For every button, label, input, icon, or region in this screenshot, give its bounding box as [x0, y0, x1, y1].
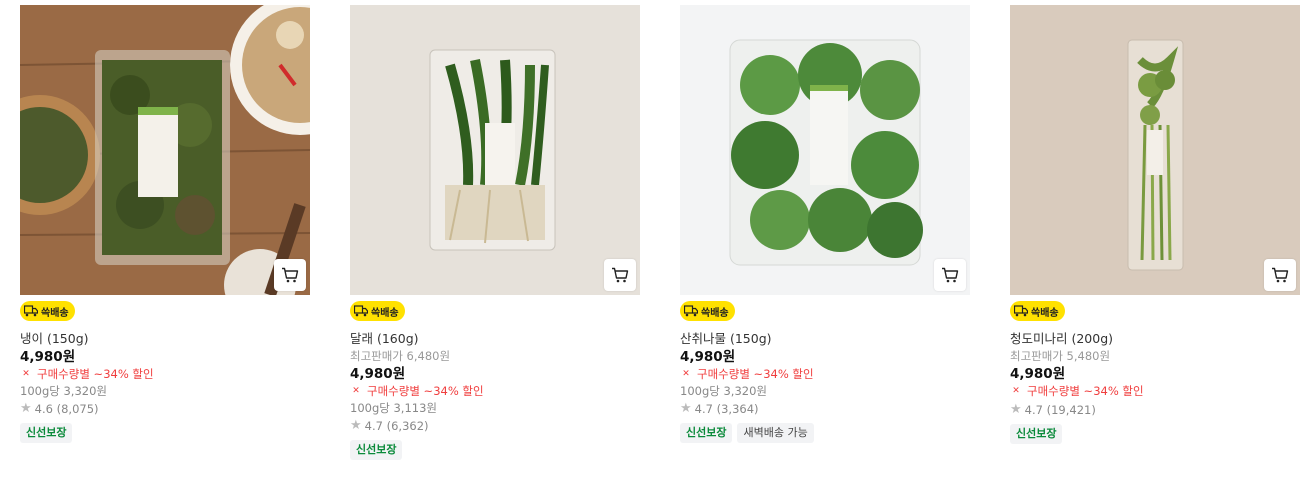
product-name[interactable]: 달래 (160g)	[350, 330, 640, 347]
discount-text: 구매수량별 ~34% 할인	[1027, 384, 1144, 398]
add-to-cart-button[interactable]	[604, 259, 636, 291]
delivery-badge: 쓱배송	[20, 301, 75, 321]
discount-text: 구매수량별 ~34% 할인	[367, 384, 484, 398]
discount-text: 구매수량별 ~34% 할인	[37, 367, 154, 381]
discount-info: ✕ 구매수량별 ~34% 할인	[350, 383, 640, 400]
rating-score: 4.7	[364, 419, 383, 433]
unit-price: 100g당 3,113원	[350, 401, 437, 415]
unit-price: 100g당 3,320원	[680, 384, 767, 398]
rating-score: 4.7	[1024, 403, 1043, 417]
rating: ★ 4.7 (19,421)	[1010, 401, 1300, 419]
truck-icon	[1014, 305, 1028, 317]
delivery-badge-label: 쓱배송	[371, 307, 399, 319]
delivery-badge-label: 쓱배송	[41, 307, 69, 319]
product-card[interactable]: 쓱배송 달래 (160g) 최고판매가 6,480원 4,980원 ✕ 구매수량…	[350, 5, 640, 460]
fresh-guarantee-tag: 신선보장	[680, 423, 733, 443]
discount-icon: ✕	[682, 369, 690, 379]
product-card[interactable]: 쓱배송 냉이 (150g) 4,980원 ✕ 구매수량별 ~34% 할인 100…	[20, 5, 310, 443]
truck-icon	[354, 305, 368, 317]
product-card[interactable]: 쓱배송 청도미나리 (200g) 최고판매가 5,480원 4,980원 ✕ 구…	[1010, 5, 1300, 444]
discount-info: ✕ 구매수량별 ~34% 할인	[20, 366, 310, 383]
rating: ★ 4.6 (8,075)	[20, 400, 310, 418]
add-to-cart-button[interactable]	[1264, 259, 1296, 291]
cart-icon	[612, 267, 629, 283]
product-price: 4,980원	[1010, 366, 1066, 382]
discount-info: ✕ 구매수량별 ~34% 할인	[1010, 383, 1300, 400]
delivery-badge: 쓱배송	[350, 301, 405, 321]
original-price: 최고판매가 6,480원	[350, 349, 451, 363]
cart-icon	[282, 267, 299, 283]
delivery-badge-label: 쓱배송	[1031, 307, 1059, 319]
product-image[interactable]	[680, 5, 970, 295]
review-count: (3,364)	[716, 402, 759, 416]
discount-icon: ✕	[352, 386, 360, 396]
add-to-cart-button[interactable]	[934, 259, 966, 291]
product-image[interactable]	[20, 5, 310, 295]
product-price: 4,980원	[20, 349, 76, 365]
star-icon: ★	[350, 418, 362, 433]
product-price: 4,980원	[350, 366, 406, 382]
rating-score: 4.7	[694, 402, 713, 416]
delivery-badge-label: 쓱배송	[701, 307, 729, 319]
truck-icon	[24, 305, 38, 317]
rating-score: 4.6	[34, 402, 53, 416]
product-name[interactable]: 청도미나리 (200g)	[1010, 330, 1300, 347]
product-grid: 쓱배송 냉이 (150g) 4,980원 ✕ 구매수량별 ~34% 할인 100…	[0, 0, 1306, 482]
rating: ★ 4.7 (3,364)	[680, 400, 970, 418]
dawn-delivery-tag: 새벽배송 가능	[737, 423, 814, 443]
product-image[interactable]	[1010, 5, 1300, 295]
product-name[interactable]: 산취나물 (150g)	[680, 330, 970, 347]
add-to-cart-button[interactable]	[274, 259, 306, 291]
discount-info: ✕ 구매수량별 ~34% 할인	[680, 366, 970, 383]
product-card[interactable]: 쓱배송 산취나물 (150g) 4,980원 ✕ 구매수량별 ~34% 할인 1…	[680, 5, 970, 443]
original-price: 최고판매가 5,480원	[1010, 349, 1111, 363]
delivery-badge: 쓱배송	[680, 301, 735, 321]
fresh-guarantee-tag: 신선보장	[1010, 424, 1063, 444]
fresh-guarantee-tag: 신선보장	[20, 423, 73, 443]
delivery-badge: 쓱배송	[1010, 301, 1065, 321]
star-icon: ★	[680, 401, 692, 416]
review-count: (8,075)	[56, 402, 99, 416]
cart-icon	[942, 267, 959, 283]
star-icon: ★	[1010, 402, 1022, 417]
product-image[interactable]	[350, 5, 640, 295]
discount-text: 구매수량별 ~34% 할인	[697, 367, 814, 381]
discount-icon: ✕	[22, 369, 30, 379]
cart-icon	[1272, 267, 1289, 283]
discount-icon: ✕	[1012, 386, 1020, 396]
review-count: (6,362)	[386, 419, 429, 433]
truck-icon	[684, 305, 698, 317]
fresh-guarantee-tag: 신선보장	[350, 440, 403, 460]
star-icon: ★	[20, 401, 32, 416]
rating: ★ 4.7 (6,362)	[350, 417, 640, 435]
product-price: 4,980원	[680, 349, 736, 365]
unit-price: 100g당 3,320원	[20, 384, 107, 398]
review-count: (19,421)	[1046, 403, 1096, 417]
product-name[interactable]: 냉이 (150g)	[20, 330, 310, 347]
